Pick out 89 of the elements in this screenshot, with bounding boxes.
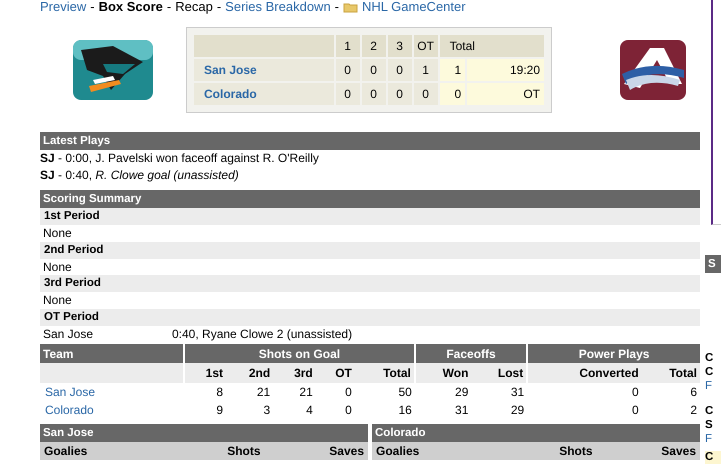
current-page-label: Box Score	[98, 0, 163, 16]
nav-label: Recap	[175, 0, 213, 16]
score-cell: 0	[362, 83, 386, 105]
score-cell: 0	[388, 83, 412, 105]
column-header: OT	[316, 363, 355, 383]
column-header: Saves	[596, 442, 700, 460]
column-header: 2	[362, 35, 386, 57]
column-header: Won	[414, 363, 472, 383]
column-header: Lost	[471, 363, 528, 383]
score-cell: 1	[414, 59, 438, 81]
column-header: Goalies	[40, 442, 164, 460]
section-header: Colorado	[372, 424, 700, 442]
column-header: 1	[336, 35, 360, 57]
scoring-team: None	[43, 225, 73, 242]
team-link[interactable]: Colorado	[45, 403, 94, 417]
period-header: 1st Period	[40, 208, 700, 225]
nav-link[interactable]: Preview	[40, 0, 86, 17]
scoring-team: San Jose	[43, 326, 94, 342]
stat-cell: 21	[273, 383, 316, 401]
column-header: Total	[642, 363, 700, 383]
nav-link[interactable]: NHL GameCenter	[362, 0, 466, 17]
stat-cell-text: 29	[510, 402, 526, 419]
separator: -	[90, 0, 95, 16]
stat-cell: 8	[184, 383, 226, 401]
separator: -	[166, 0, 172, 16]
score-cell: 0	[336, 59, 360, 81]
stat-cell-text: 2	[689, 402, 698, 419]
scoring-team: None	[43, 258, 73, 275]
sidebar-text: C	[705, 351, 714, 365]
stat-cell-text: 16	[398, 402, 413, 419]
game-status: 19:20	[467, 59, 544, 81]
play-text: SJ - 0:40, R. Clowe goal (unassisted)	[40, 166, 240, 183]
team-link[interactable]: San Jose	[45, 385, 96, 399]
period-header: 3rd Period	[40, 275, 700, 292]
group-header: Team	[40, 344, 184, 363]
sidebar-text: C	[705, 404, 714, 418]
column-header: Goalies	[372, 442, 496, 460]
folder-icon	[343, 2, 358, 12]
separator: -	[216, 0, 222, 16]
sidebar-link[interactable]: F	[705, 379, 721, 393]
section-header: Latest Plays	[40, 132, 700, 150]
scoring-team: None	[43, 292, 73, 308]
stat-cell-text: 4	[305, 402, 314, 419]
column-header: Shots	[496, 442, 597, 460]
total-cell: 1	[440, 59, 466, 81]
group-header: Power Plays	[527, 344, 700, 363]
period-header: OT Period	[40, 308, 700, 326]
stat-cell-text: 9	[215, 402, 224, 419]
sidebar-link[interactable]: F	[705, 432, 721, 446]
score-cell: 0	[336, 83, 360, 105]
sidebar-text: C	[705, 365, 714, 379]
stat-cell: 29	[414, 383, 472, 401]
column-header: 1st	[184, 363, 226, 383]
stat-cell: 31	[471, 383, 528, 401]
column-header: 2nd	[226, 363, 274, 383]
sidebar-header: S	[705, 255, 721, 273]
sidebar-note: C	[705, 451, 721, 464]
score-cell: 0	[388, 59, 412, 81]
column-header: 3	[388, 35, 412, 57]
stat-cell: 6	[642, 383, 700, 401]
column-header: Total	[440, 35, 544, 57]
stat-cell: 0	[527, 383, 642, 401]
game-status: OT	[467, 83, 544, 105]
stat-cell: 50	[354, 383, 415, 401]
stat-cell-text: 3	[262, 402, 272, 419]
stat-cell: 21	[226, 383, 274, 401]
play-text: SJ - 0:00, J. Pavelski won faceoff against R. O'Reilly	[40, 150, 320, 166]
nav-link[interactable]: Series Breakdown	[225, 0, 331, 17]
score-cell: 0	[414, 83, 438, 105]
group-header: Faceoffs	[414, 344, 528, 363]
column-header: OT	[414, 35, 438, 57]
section-header: San Jose	[40, 424, 368, 442]
section-header: Scoring Summary	[40, 190, 700, 208]
scoring-detail: 0:40, Ryane Clowe 2 (unassisted)	[172, 326, 352, 342]
stat-cell-text: 0	[344, 402, 353, 419]
sidebar-text: S	[705, 418, 714, 432]
stat-cell: 0	[316, 383, 355, 401]
group-header: Shots on Goal	[184, 344, 415, 363]
stat-cell-text: 31	[454, 402, 470, 419]
period-header: 2nd Period	[40, 242, 700, 258]
column-header: 3rd	[273, 363, 316, 383]
stat-cell-text: 0	[630, 402, 640, 419]
total-cell: 0	[440, 83, 466, 105]
column-header: Total	[354, 363, 415, 383]
score-cell: 0	[362, 59, 386, 81]
column-header: Converted	[527, 363, 642, 383]
column-header: Shots	[164, 442, 265, 460]
column-header: Saves	[264, 442, 368, 460]
separator: -	[334, 0, 340, 16]
